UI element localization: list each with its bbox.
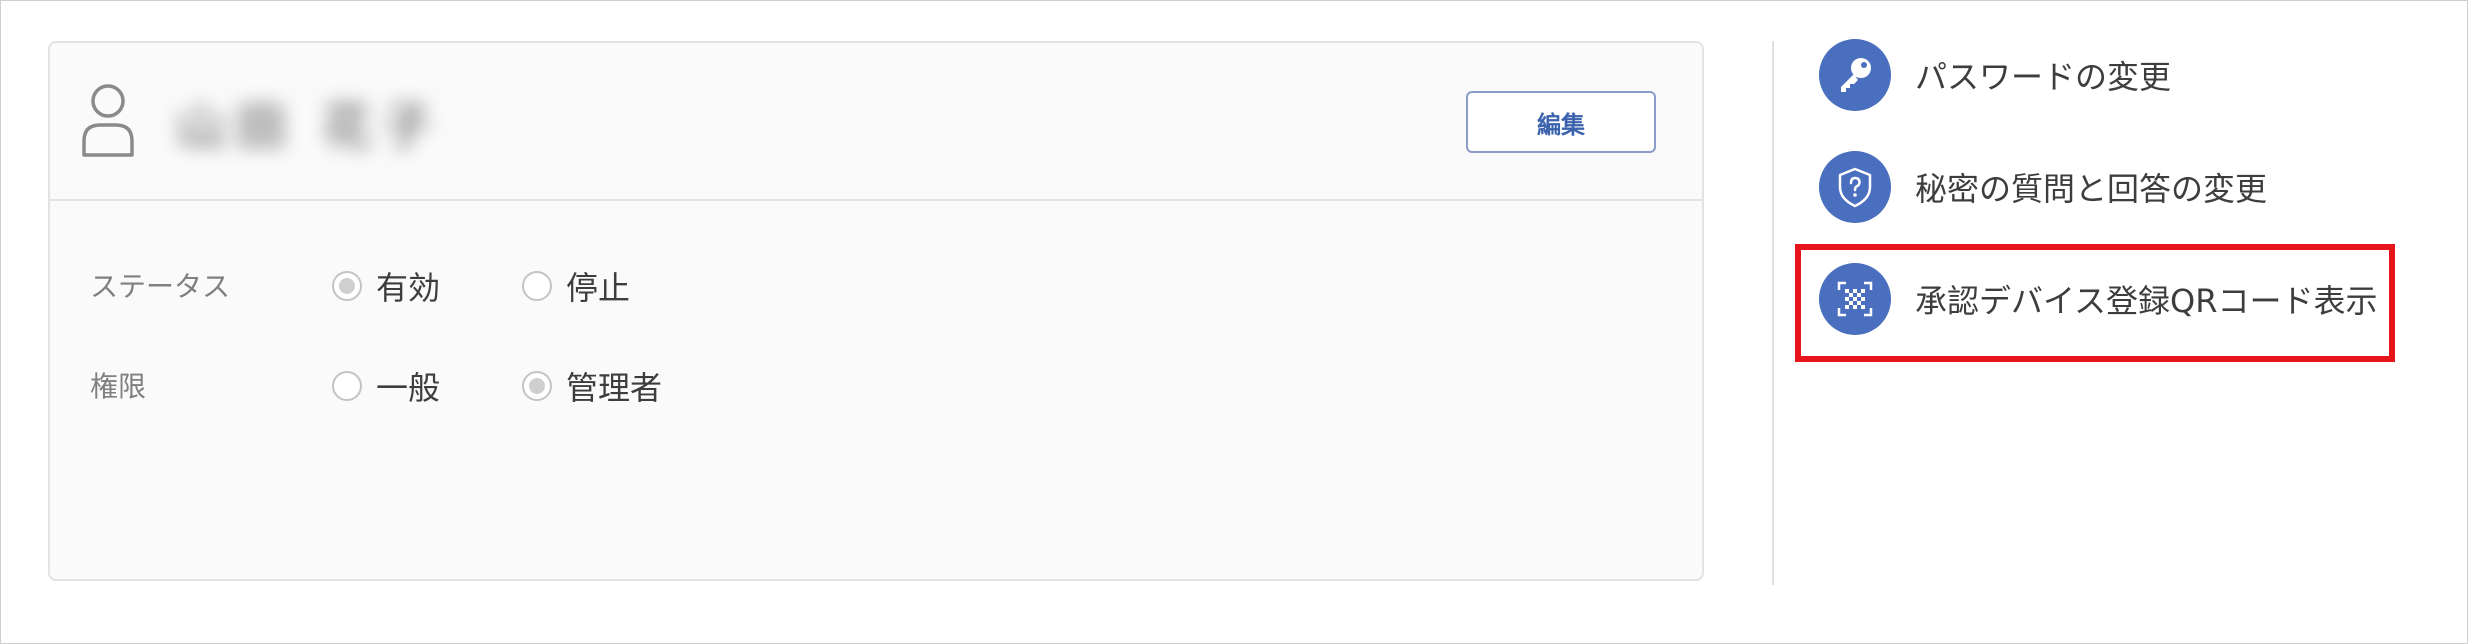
edit-button[interactable]: 編集 (1466, 91, 1656, 153)
radio-circle[interactable] (332, 371, 362, 401)
status-label: ステータス (90, 270, 231, 303)
status-row: ステータス 有効 停止 (50, 257, 1702, 307)
permission-admin-label: 管理者 (566, 369, 663, 407)
change-secret-question-label: 秘密の質問と回答の変更 (1915, 170, 2268, 208)
user-name: 山田 花子 (176, 98, 442, 156)
status-stopped-radio[interactable]: 停止 (522, 263, 630, 309)
user-card: 山田 花子 編集 ステータス 有効 停止 権限 一般 管理者 (48, 41, 1704, 581)
status-active-radio[interactable]: 有効 (332, 263, 440, 309)
radio-circle[interactable] (522, 271, 552, 301)
permission-label: 権限 (90, 370, 147, 403)
key-icon (1819, 39, 1891, 111)
change-password-link[interactable]: パスワードの変更 (1819, 39, 2171, 111)
radio-circle-checked[interactable] (522, 371, 552, 401)
permission-general-radio[interactable]: 一般 (332, 363, 440, 409)
status-active-label: 有効 (376, 269, 441, 307)
user-card-header: 山田 花子 編集 (50, 43, 1702, 201)
vertical-divider (1772, 41, 1774, 585)
permission-row: 権限 一般 管理者 (50, 357, 1702, 407)
page-frame: 山田 花子 編集 ステータス 有効 停止 権限 一般 管理者 パスワードの変更 … (0, 0, 2468, 644)
user-icon (82, 84, 134, 157)
change-password-label: パスワードの変更 (1915, 58, 2172, 96)
permission-admin-radio[interactable]: 管理者 (522, 363, 662, 409)
status-stopped-label: 停止 (566, 269, 631, 307)
shield-question-icon (1819, 151, 1891, 223)
change-secret-question-link[interactable]: 秘密の質問と回答の変更 (1819, 151, 2267, 223)
highlight-box (1795, 244, 2395, 362)
radio-circle-checked[interactable] (332, 271, 362, 301)
permission-general-label: 一般 (376, 369, 441, 407)
